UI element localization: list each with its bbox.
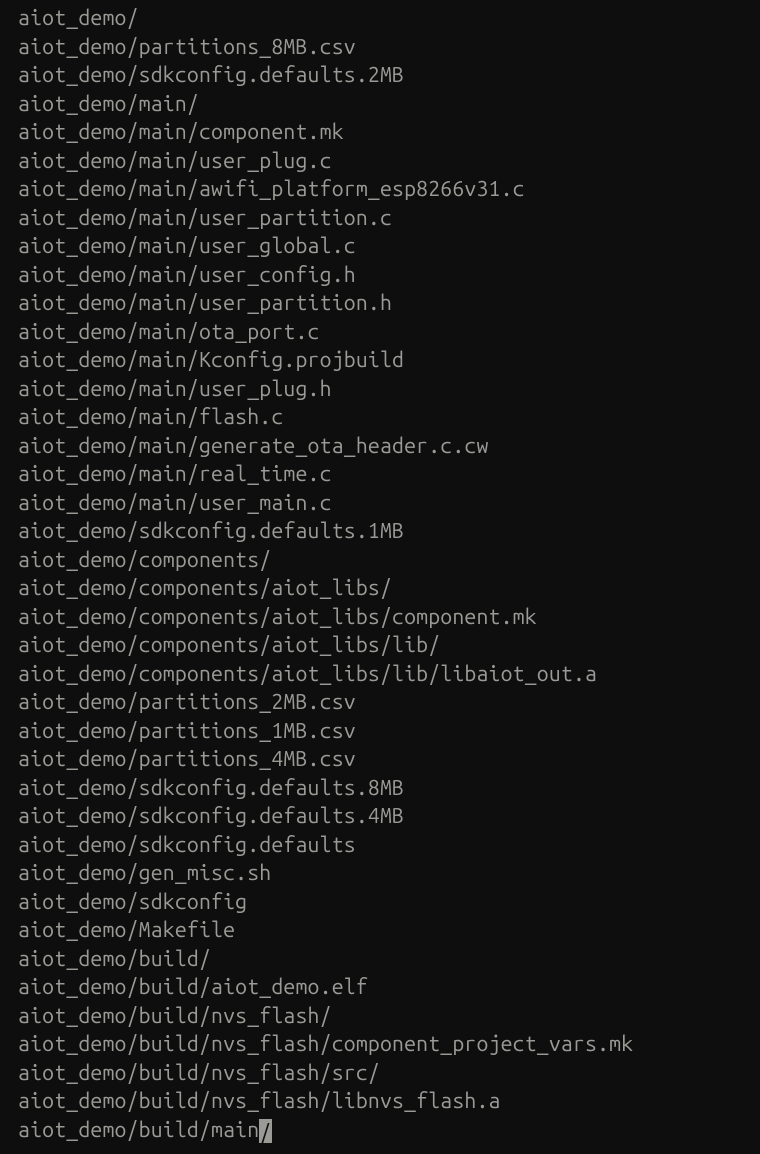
output-line: aiot_demo/main/flash.c (18, 403, 742, 432)
output-line: aiot_demo/partitions_8MB.csv (18, 33, 742, 62)
output-line: aiot_demo/components/aiot_libs/component… (18, 603, 742, 632)
output-line: aiot_demo/components/aiot_libs/ (18, 574, 742, 603)
output-line: aiot_demo/sdkconfig.defaults.1MB (18, 517, 742, 546)
output-line: aiot_demo/sdkconfig.defaults.2MB (18, 61, 742, 90)
output-line: aiot_demo/ (18, 4, 742, 33)
output-line: aiot_demo/sdkconfig.defaults.4MB (18, 802, 742, 831)
output-line: aiot_demo/components/ (18, 546, 742, 575)
output-line: aiot_demo/build/nvs_flash/src/ (18, 1059, 742, 1088)
output-line: aiot_demo/main/user_config.h (18, 261, 742, 290)
output-line: aiot_demo/main/user_plug.c (18, 147, 742, 176)
output-line: aiot_demo/components/aiot_libs/lib/libai… (18, 660, 742, 689)
output-line: aiot_demo/main/user_main.c (18, 489, 742, 518)
current-line-text: aiot_demo/build/main (18, 1118, 259, 1142)
output-line: aiot_demo/main/ota_port.c (18, 318, 742, 347)
output-line: aiot_demo/build/nvs_flash/ (18, 1002, 742, 1031)
output-line: aiot_demo/components/aiot_libs/lib/ (18, 631, 742, 660)
output-line: aiot_demo/main/user_global.c (18, 232, 742, 261)
output-line: aiot_demo/build/ (18, 945, 742, 974)
output-line: aiot_demo/main/ (18, 90, 742, 119)
terminal-output[interactable]: aiot_demo/aiot_demo/partitions_8MB.csvai… (18, 4, 742, 1144)
output-line: aiot_demo/main/component.mk (18, 118, 742, 147)
output-line: aiot_demo/partitions_1MB.csv (18, 717, 742, 746)
output-line: aiot_demo/partitions_2MB.csv (18, 688, 742, 717)
output-line: aiot_demo/Makefile (18, 916, 742, 945)
output-line: aiot_demo/build/aiot_demo.elf (18, 973, 742, 1002)
output-line: aiot_demo/main/user_partition.h (18, 289, 742, 318)
output-line: aiot_demo/main/Kconfig.projbuild (18, 346, 742, 375)
output-line: aiot_demo/sdkconfig.defaults.8MB (18, 774, 742, 803)
output-line: aiot_demo/partitions_4MB.csv (18, 745, 742, 774)
output-line: aiot_demo/sdkconfig (18, 888, 742, 917)
output-line: aiot_demo/gen_misc.sh (18, 859, 742, 888)
output-line-current: aiot_demo/build/main/ (18, 1116, 742, 1145)
output-line: aiot_demo/build/nvs_flash/libnvs_flash.a (18, 1087, 742, 1116)
output-line: aiot_demo/main/awifi_platform_esp8266v31… (18, 175, 742, 204)
output-line: aiot_demo/build/nvs_flash/component_proj… (18, 1030, 742, 1059)
terminal-cursor: / (259, 1119, 271, 1142)
output-line: aiot_demo/main/real_time.c (18, 460, 742, 489)
output-line: aiot_demo/sdkconfig.defaults (18, 831, 742, 860)
output-line: aiot_demo/main/generate_ota_header.c.cw (18, 432, 742, 461)
output-line: aiot_demo/main/user_partition.c (18, 204, 742, 233)
output-line: aiot_demo/main/user_plug.h (18, 375, 742, 404)
